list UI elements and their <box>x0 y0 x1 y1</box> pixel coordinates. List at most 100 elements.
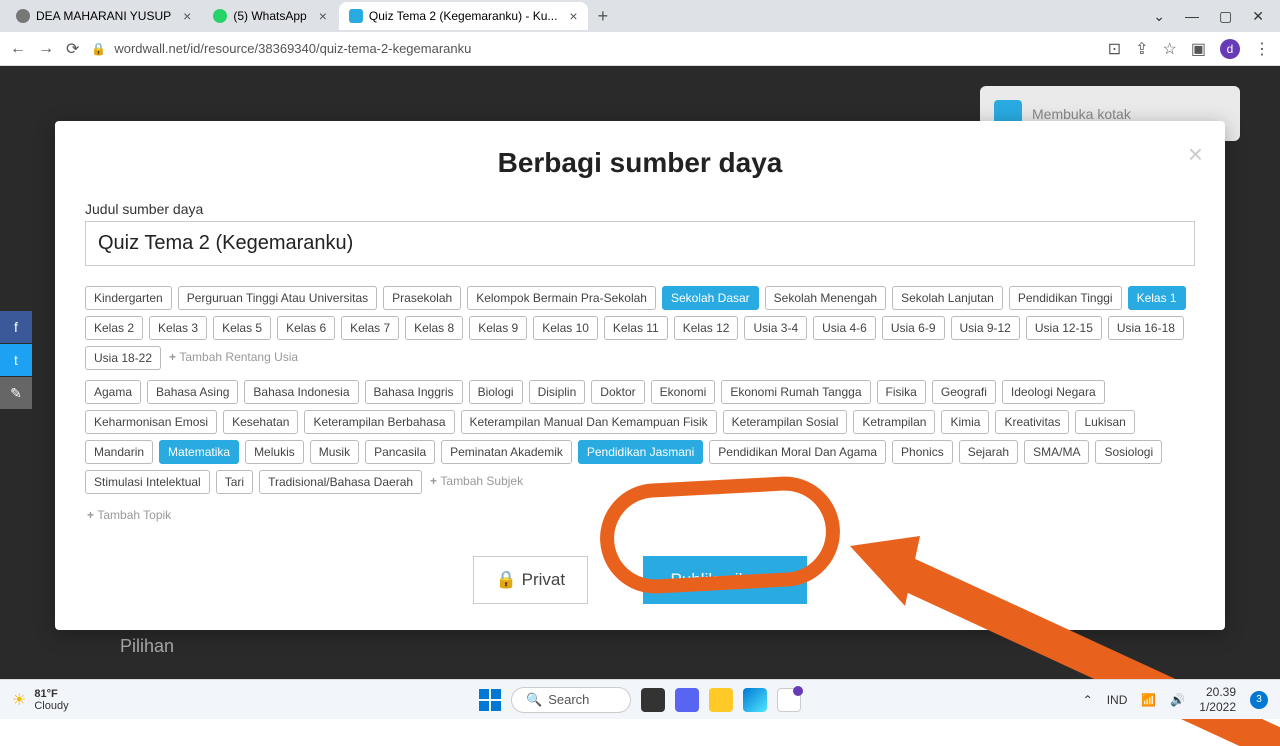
tag-kelompok-bermain-pra-sekolah[interactable]: Kelompok Bermain Pra-Sekolah <box>467 286 656 310</box>
search-box[interactable]: 🔍 Search <box>511 687 631 713</box>
tag-geografi[interactable]: Geografi <box>932 380 996 404</box>
tag-pancasila[interactable]: Pancasila <box>365 440 435 464</box>
add-tag-link[interactable]: Tambah Rentang Usia <box>167 346 300 370</box>
tag-perguruan-tinggi-atau-universitas[interactable]: Perguruan Tinggi Atau Universitas <box>178 286 377 310</box>
facebook-icon[interactable]: f <box>0 311 32 343</box>
tag-kelas-12[interactable]: Kelas 12 <box>674 316 739 340</box>
wifi-icon[interactable]: 📶 <box>1141 693 1156 707</box>
tag-sejarah[interactable]: Sejarah <box>959 440 1018 464</box>
tag-sekolah-dasar[interactable]: Sekolah Dasar <box>662 286 759 310</box>
explorer-icon[interactable] <box>709 688 733 712</box>
browser-tab[interactable]: (5) WhatsApp × <box>203 2 337 30</box>
title-input[interactable] <box>85 221 1195 266</box>
chevron-down-icon[interactable]: ⌄ <box>1153 8 1165 25</box>
close-window-icon[interactable]: ✕ <box>1252 8 1264 25</box>
menu-icon[interactable]: ⋮ <box>1254 39 1270 59</box>
tag-ketrampilan[interactable]: Ketrampilan <box>853 410 935 434</box>
tag-phonics[interactable]: Phonics <box>892 440 953 464</box>
new-tab-button[interactable]: + <box>590 6 617 27</box>
browser-tab-active[interactable]: Quiz Tema 2 (Kegemaranku) - Ku... × <box>339 2 588 30</box>
tag-biologi[interactable]: Biologi <box>469 380 523 404</box>
tag-usia-9-12[interactable]: Usia 9-12 <box>951 316 1020 340</box>
tag-agama[interactable]: Agama <box>85 380 141 404</box>
profile-badge[interactable]: d <box>1220 39 1240 59</box>
translate-icon[interactable]: ⊡ <box>1108 39 1121 59</box>
tag-doktor[interactable]: Doktor <box>591 380 644 404</box>
edge-icon[interactable] <box>743 688 767 712</box>
tag-keharmonisan-emosi[interactable]: Keharmonisan Emosi <box>85 410 217 434</box>
forward-icon[interactable]: → <box>38 40 54 58</box>
tag-kelas-2[interactable]: Kelas 2 <box>85 316 143 340</box>
close-icon[interactable]: × <box>1188 139 1203 170</box>
tag-stimulasi-intelektual[interactable]: Stimulasi Intelektual <box>85 470 210 494</box>
star-icon[interactable]: ☆ <box>1163 39 1177 59</box>
tag-ekonomi[interactable]: Ekonomi <box>651 380 716 404</box>
tag-fisika[interactable]: Fisika <box>877 380 926 404</box>
tag-kesehatan[interactable]: Kesehatan <box>223 410 298 434</box>
tag-peminatan-akademik[interactable]: Peminatan Akademik <box>441 440 572 464</box>
share-icon[interactable]: ✎ <box>0 377 32 409</box>
reload-icon[interactable]: ⟳ <box>66 39 79 59</box>
tag-bahasa-indonesia[interactable]: Bahasa Indonesia <box>244 380 358 404</box>
back-icon[interactable]: ← <box>10 40 26 58</box>
tag-kelas-10[interactable]: Kelas 10 <box>533 316 598 340</box>
close-icon[interactable]: × <box>183 8 191 24</box>
tag-keterampilan-sosial[interactable]: Keterampilan Sosial <box>723 410 848 434</box>
tag-pendidikan-moral-dan-agama[interactable]: Pendidikan Moral Dan Agama <box>709 440 886 464</box>
volume-icon[interactable]: 🔊 <box>1170 693 1185 707</box>
add-topic-link[interactable]: Tambah Topik <box>85 504 1195 526</box>
tag-kelas-6[interactable]: Kelas 6 <box>277 316 335 340</box>
tag-mandarin[interactable]: Mandarin <box>85 440 153 464</box>
tag-kimia[interactable]: Kimia <box>941 410 989 434</box>
tag-musik[interactable]: Musik <box>310 440 359 464</box>
tag-sosiologi[interactable]: Sosiologi <box>1095 440 1162 464</box>
tag-keterampilan-berbahasa[interactable]: Keterampilan Berbahasa <box>304 410 454 434</box>
publish-button[interactable]: Publikasikan ▸ <box>643 556 808 604</box>
tag-tradisional/bahasa-daerah[interactable]: Tradisional/Bahasa Daerah <box>259 470 422 494</box>
tag-kelas-3[interactable]: Kelas 3 <box>149 316 207 340</box>
url-bar[interactable]: 🔒 wordwall.net/id/resource/38369340/quiz… <box>91 41 471 56</box>
tag-matematika[interactable]: Matematika <box>159 440 239 464</box>
start-button[interactable] <box>479 689 501 711</box>
maximize-icon[interactable]: ▢ <box>1219 8 1232 25</box>
notification-badge[interactable]: 3 <box>1250 691 1268 709</box>
tag-disiplin[interactable]: Disiplin <box>529 380 586 404</box>
tag-sekolah-menengah[interactable]: Sekolah Menengah <box>765 286 886 310</box>
chrome-icon[interactable] <box>777 688 801 712</box>
private-button[interactable]: 🔒 Privat <box>473 556 588 604</box>
close-icon[interactable]: × <box>569 8 577 24</box>
tag-usia-3-4[interactable]: Usia 3-4 <box>744 316 807 340</box>
tag-usia-18-22[interactable]: Usia 18-22 <box>85 346 161 370</box>
chevron-up-icon[interactable]: ⌃ <box>1083 693 1093 707</box>
language-indicator[interactable]: IND <box>1107 693 1128 707</box>
twitter-icon[interactable]: t <box>0 344 32 376</box>
tag-ekonomi-rumah-tangga[interactable]: Ekonomi Rumah Tangga <box>721 380 870 404</box>
tag-keterampilan-manual-dan-kemampuan-fisik[interactable]: Keterampilan Manual Dan Kemampuan Fisik <box>461 410 717 434</box>
tag-kelas-7[interactable]: Kelas 7 <box>341 316 399 340</box>
tag-usia-4-6[interactable]: Usia 4-6 <box>813 316 876 340</box>
tag-usia-6-9[interactable]: Usia 6-9 <box>882 316 945 340</box>
tag-pendidikan-tinggi[interactable]: Pendidikan Tinggi <box>1009 286 1122 310</box>
task-view-icon[interactable] <box>641 688 665 712</box>
tag-prasekolah[interactable]: Prasekolah <box>383 286 461 310</box>
tag-kreativitas[interactable]: Kreativitas <box>995 410 1069 434</box>
tag-pendidikan-jasmani[interactable]: Pendidikan Jasmani <box>578 440 703 464</box>
tag-kelas-1[interactable]: Kelas 1 <box>1128 286 1186 310</box>
tag-usia-16-18[interactable]: Usia 16-18 <box>1108 316 1184 340</box>
tag-kindergarten[interactable]: Kindergarten <box>85 286 172 310</box>
tag-sma/ma[interactable]: SMA/MA <box>1024 440 1089 464</box>
tag-kelas-5[interactable]: Kelas 5 <box>213 316 271 340</box>
tag-melukis[interactable]: Melukis <box>245 440 304 464</box>
add-tag-link[interactable]: Tambah Subjek <box>428 470 525 494</box>
extensions-icon[interactable]: ▣ <box>1191 39 1206 59</box>
share-icon[interactable]: ⇪ <box>1135 39 1148 59</box>
browser-tab[interactable]: DEA MAHARANI YUSUP × <box>6 2 201 30</box>
tag-sekolah-lanjutan[interactable]: Sekolah Lanjutan <box>892 286 1003 310</box>
tag-kelas-8[interactable]: Kelas 8 <box>405 316 463 340</box>
close-icon[interactable]: × <box>319 8 327 24</box>
weather-widget[interactable]: ☀ 81°F Cloudy <box>12 688 69 712</box>
chat-icon[interactable] <box>675 688 699 712</box>
tag-kelas-11[interactable]: Kelas 11 <box>604 316 668 340</box>
clock[interactable]: 20.39 1/2022 <box>1199 685 1236 714</box>
tag-bahasa-asing[interactable]: Bahasa Asing <box>147 380 238 404</box>
